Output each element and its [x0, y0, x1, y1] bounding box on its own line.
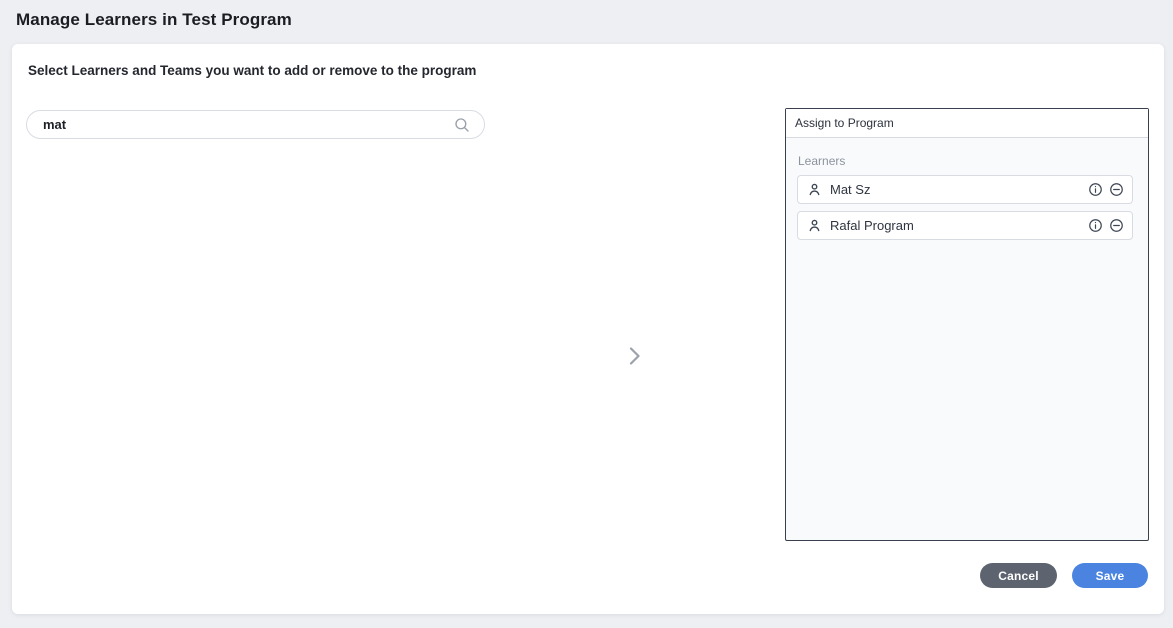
- person-icon: [807, 218, 822, 233]
- search-box[interactable]: [26, 110, 485, 139]
- assign-panel-title: Assign to Program: [786, 109, 1148, 138]
- manage-learners-card: Select Learners and Teams you want to ad…: [12, 44, 1164, 614]
- row-actions: [1088, 218, 1124, 233]
- chevron-right-icon: [622, 344, 646, 368]
- person-icon: [807, 182, 822, 197]
- assign-panel: Assign to Program Learners Mat Sz: [785, 108, 1149, 541]
- remove-icon[interactable]: [1109, 218, 1124, 233]
- dialog-footer: Cancel Save: [980, 563, 1148, 588]
- search-icon: [453, 116, 471, 134]
- row-actions: [1088, 182, 1124, 197]
- learners-section-label: Learners: [798, 154, 845, 168]
- page-title: Manage Learners in Test Program: [16, 10, 292, 30]
- learner-name: Rafal Program: [830, 218, 914, 233]
- cancel-button[interactable]: Cancel: [980, 563, 1057, 588]
- learner-row[interactable]: Mat Sz: [797, 175, 1133, 204]
- instruction-text: Select Learners and Teams you want to ad…: [28, 63, 476, 78]
- info-icon[interactable]: [1088, 182, 1103, 197]
- save-button[interactable]: Save: [1072, 563, 1148, 588]
- learner-row[interactable]: Rafal Program: [797, 211, 1133, 240]
- remove-icon[interactable]: [1109, 182, 1124, 197]
- learners-list: Mat Sz: [797, 175, 1133, 240]
- info-icon[interactable]: [1088, 218, 1103, 233]
- search-input[interactable]: [27, 117, 453, 132]
- learner-name: Mat Sz: [830, 182, 870, 197]
